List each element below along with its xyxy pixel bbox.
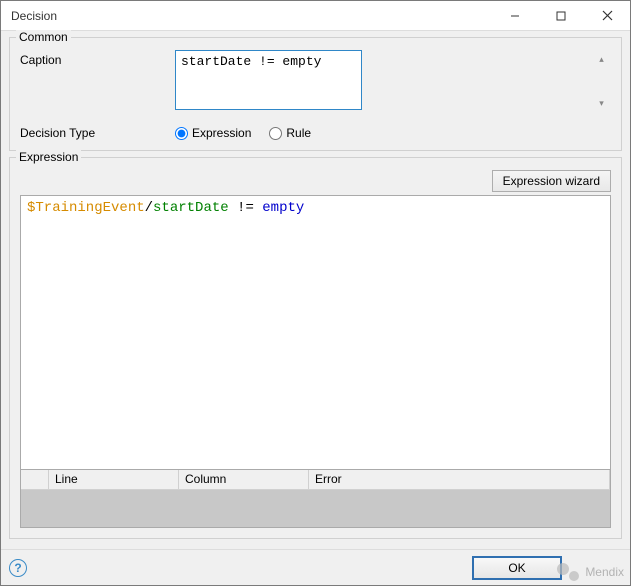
error-col-column: Column	[179, 470, 309, 489]
decision-type-row: Decision Type Expression Rule	[20, 123, 611, 140]
titlebar: Decision	[1, 1, 630, 31]
radio-expression-input[interactable]	[175, 127, 188, 140]
common-legend: Common	[16, 30, 71, 44]
expression-legend: Expression	[16, 150, 81, 164]
scroll-down-icon[interactable]: ▾	[593, 95, 610, 112]
dialog-footer: ? OK Mendix	[1, 549, 630, 585]
error-list-body	[21, 490, 610, 527]
error-list: Line Column Error	[20, 470, 611, 528]
scroll-up-icon[interactable]: ▴	[593, 51, 610, 68]
radio-rule-label: Rule	[286, 126, 311, 140]
minimize-button[interactable]	[492, 1, 538, 31]
decision-type-options: Expression Rule	[175, 123, 311, 140]
decision-type-label: Decision Type	[20, 123, 175, 140]
ok-button[interactable]: OK	[472, 556, 562, 580]
caption-label: Caption	[20, 50, 175, 67]
error-col-icon	[21, 470, 49, 489]
maximize-icon	[556, 11, 566, 21]
radio-expression[interactable]: Expression	[175, 126, 251, 140]
watermark: Mendix	[557, 563, 624, 581]
maximize-button[interactable]	[538, 1, 584, 31]
wechat-icon	[557, 563, 579, 581]
minimize-icon	[510, 11, 520, 21]
token-attribute: startDate	[153, 200, 229, 216]
token-separator: /	[145, 200, 153, 216]
watermark-brand: Mendix	[585, 565, 624, 579]
caption-input[interactable]	[175, 50, 362, 110]
token-operator: !=	[229, 200, 263, 216]
expression-group: Expression Expression wizard $TrainingEv…	[9, 157, 622, 539]
expression-editor[interactable]: $TrainingEvent/startDate != empty	[20, 195, 611, 470]
close-button[interactable]	[584, 1, 630, 31]
radio-rule-input[interactable]	[269, 127, 282, 140]
error-list-header: Line Column Error	[21, 470, 610, 490]
help-icon[interactable]: ?	[9, 559, 27, 577]
dialog-window: Decision Common Caption ▴ ▾	[0, 0, 631, 586]
dialog-body: Common Caption ▴ ▾ Decision Type Express…	[1, 31, 630, 549]
token-keyword: empty	[262, 200, 304, 216]
window-title: Decision	[1, 9, 492, 23]
radio-rule[interactable]: Rule	[269, 126, 311, 140]
radio-expression-label: Expression	[192, 126, 251, 140]
caption-row: Caption ▴ ▾	[20, 50, 611, 113]
token-variable: $TrainingEvent	[27, 200, 145, 216]
common-group: Common Caption ▴ ▾ Decision Type Express…	[9, 37, 622, 151]
close-icon	[602, 10, 613, 21]
expression-wizard-button[interactable]: Expression wizard	[492, 170, 611, 192]
error-col-error: Error	[309, 470, 610, 489]
wizard-row: Expression wizard	[20, 170, 611, 192]
titlebar-buttons	[492, 1, 630, 31]
error-col-line: Line	[49, 470, 179, 489]
caption-input-wrap: ▴ ▾	[175, 50, 611, 113]
